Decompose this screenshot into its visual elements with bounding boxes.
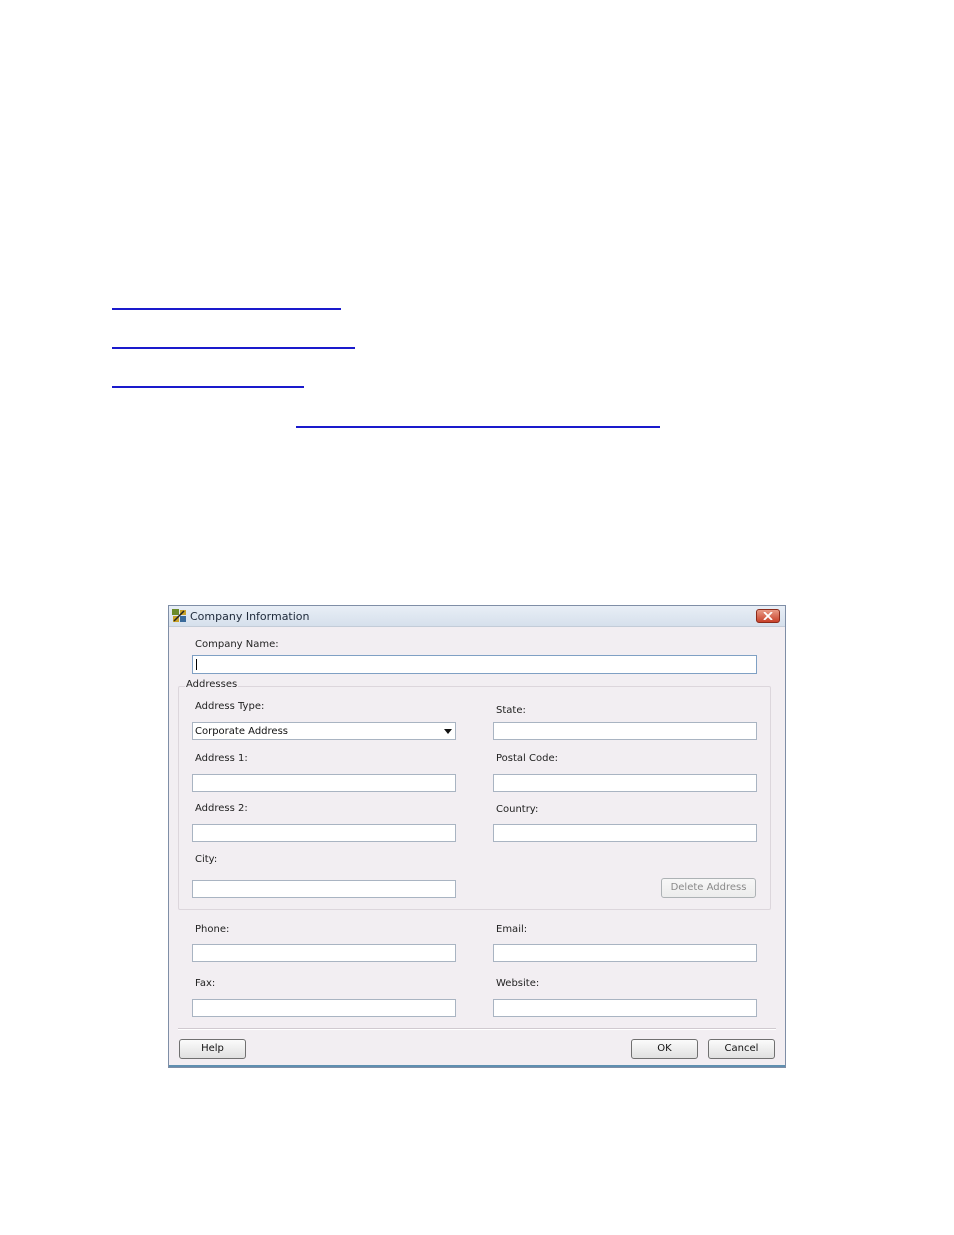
phone-label: Phone: [195,924,230,935]
postal-code-input[interactable] [493,774,757,792]
document-link-2[interactable] [112,347,355,349]
country-label: Country: [496,804,539,815]
city-input[interactable] [192,880,456,898]
address-type-label: Address Type: [195,701,265,712]
company-name-input[interactable] [192,655,757,674]
close-icon [763,612,773,620]
country-input[interactable] [493,824,757,842]
company-name-label: Company Name: [195,639,279,650]
delete-address-button[interactable]: Delete Address [661,878,756,898]
cancel-button[interactable]: Cancel [708,1039,775,1059]
dialog-separator [178,1028,776,1030]
state-input[interactable] [493,722,757,740]
email-label: Email: [496,924,528,935]
address1-label: Address 1: [195,753,248,764]
address1-input[interactable] [192,774,456,792]
text-caret [196,659,197,670]
phone-input[interactable] [192,944,456,962]
document-link-1[interactable] [112,308,341,310]
address2-label: Address 2: [195,803,248,814]
dialog-titlebar[interactable]: Company Information [169,606,785,627]
document-link-4[interactable] [296,426,660,428]
state-label: State: [496,705,526,716]
document-link-3[interactable] [112,386,304,388]
address-type-select[interactable]: Corporate Address [192,722,456,740]
addresses-group-label: Addresses [185,679,239,690]
address2-input[interactable] [192,824,456,842]
city-label: City: [195,854,218,865]
chevron-down-icon [444,729,452,734]
email-input[interactable] [493,944,757,962]
dialog-title: Company Information [190,610,310,623]
fax-label: Fax: [195,978,216,989]
website-input[interactable] [493,999,757,1017]
window-bottom-edge [169,1065,785,1067]
address-type-value: Corporate Address [195,726,288,737]
company-information-dialog: Company Information Company Name: Addres… [168,605,786,1068]
website-label: Website: [496,978,540,989]
fax-input[interactable] [192,999,456,1017]
addresses-group [178,686,771,910]
ok-button[interactable]: OK [631,1039,698,1059]
help-button[interactable]: Help [179,1039,246,1059]
postal-code-label: Postal Code: [496,753,558,764]
close-button[interactable] [756,609,780,623]
app-icon [172,609,187,623]
